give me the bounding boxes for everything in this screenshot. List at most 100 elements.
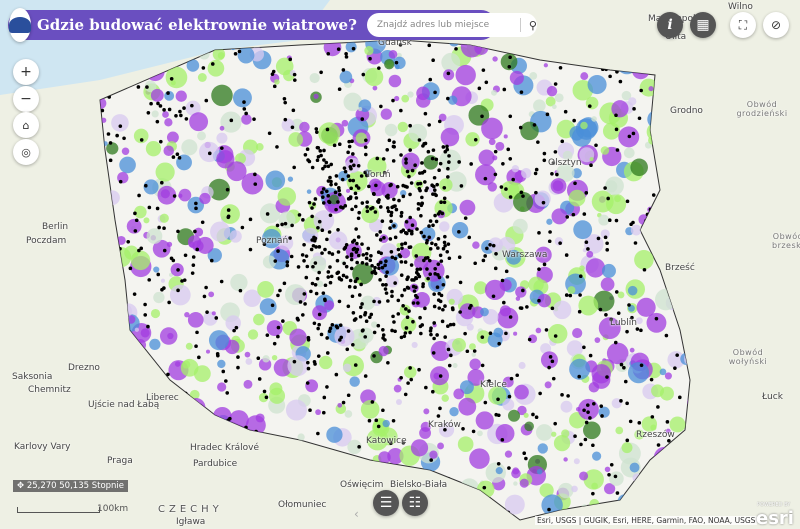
turbine-point[interactable] <box>399 260 404 264</box>
turbine-point[interactable] <box>631 131 636 136</box>
turbine-point[interactable] <box>338 323 343 327</box>
turbine-point[interactable] <box>405 231 409 236</box>
turbine-point[interactable] <box>386 209 391 214</box>
turbine-point[interactable] <box>423 141 428 146</box>
turbine-point[interactable] <box>560 139 565 144</box>
turbine-point[interactable] <box>290 125 295 130</box>
turbine-point[interactable] <box>313 362 317 366</box>
turbine-point[interactable] <box>145 85 149 89</box>
turbine-point[interactable] <box>226 215 231 220</box>
turbine-point[interactable] <box>364 251 369 256</box>
turbine-point[interactable] <box>392 144 396 149</box>
turbine-point[interactable] <box>272 341 277 346</box>
turbine-point[interactable] <box>327 230 332 234</box>
turbine-point[interactable] <box>224 379 228 383</box>
turbine-point[interactable] <box>220 146 224 150</box>
turbine-point[interactable] <box>364 319 369 323</box>
turbine-point[interactable] <box>409 229 414 234</box>
turbine-point[interactable] <box>431 351 436 355</box>
turbine-point[interactable] <box>415 267 420 272</box>
turbine-point[interactable] <box>275 223 280 228</box>
turbine-point[interactable] <box>308 408 312 413</box>
turbine-point[interactable] <box>443 149 448 154</box>
turbine-point[interactable] <box>553 82 558 86</box>
turbine-point[interactable] <box>368 315 372 320</box>
turbine-point[interactable] <box>588 353 593 358</box>
turbine-point[interactable] <box>386 360 390 365</box>
turbine-point[interactable] <box>424 188 428 193</box>
turbine-point[interactable] <box>400 293 404 298</box>
turbine-point[interactable] <box>215 352 220 356</box>
turbine-point[interactable] <box>325 351 330 355</box>
locate-icon[interactable]: ◎ <box>13 139 39 165</box>
turbine-point[interactable] <box>319 70 323 75</box>
turbine-point[interactable] <box>354 227 358 231</box>
turbine-point[interactable] <box>267 131 272 136</box>
turbine-point[interactable] <box>372 330 377 335</box>
turbine-point[interactable] <box>367 184 371 189</box>
turbine-point[interactable] <box>429 332 433 337</box>
turbine-point[interactable] <box>509 376 514 381</box>
turbine-point[interactable] <box>403 392 408 397</box>
turbine-point[interactable] <box>157 225 161 230</box>
turbine-point[interactable] <box>344 52 348 56</box>
turbine-point[interactable] <box>363 145 368 149</box>
turbine-point[interactable] <box>428 219 433 223</box>
turbine-point[interactable] <box>605 241 609 246</box>
turbine-point[interactable] <box>293 78 297 82</box>
turbine-point[interactable] <box>350 294 355 299</box>
turbine-point[interactable] <box>233 51 238 56</box>
turbine-point[interactable] <box>433 188 437 192</box>
turbine-point[interactable] <box>429 458 433 462</box>
turbine-point[interactable] <box>533 171 538 176</box>
turbine-point[interactable] <box>515 373 520 378</box>
turbine-point[interactable] <box>416 182 420 186</box>
turbine-point[interactable] <box>300 253 305 257</box>
turbine-point[interactable] <box>252 117 256 121</box>
collapse-chevron-icon[interactable]: ‹ <box>354 507 359 521</box>
turbine-point[interactable] <box>428 329 433 333</box>
turbine-point[interactable] <box>368 258 373 263</box>
turbine-point[interactable] <box>320 228 325 233</box>
turbine-point[interactable] <box>558 65 563 70</box>
turbine-point[interactable] <box>283 100 288 105</box>
list-icon[interactable]: ☰ <box>373 490 399 516</box>
turbine-point[interactable] <box>440 319 445 324</box>
turbine-point[interactable] <box>550 171 554 176</box>
turbine-point[interactable] <box>427 258 432 263</box>
turbine-point[interactable] <box>155 119 160 124</box>
turbine-point[interactable] <box>408 330 412 335</box>
turbine-point[interactable] <box>436 414 441 418</box>
turbine-point[interactable] <box>467 235 472 240</box>
turbine-point[interactable] <box>320 251 324 255</box>
turbine-point[interactable] <box>504 269 509 274</box>
turbine-point[interactable] <box>395 184 400 189</box>
turbine-point[interactable] <box>341 68 346 72</box>
turbine-point[interactable] <box>442 185 447 190</box>
turbine-point[interactable] <box>582 408 586 413</box>
turbine-point[interactable] <box>209 258 214 263</box>
turbine-point[interactable] <box>534 167 539 172</box>
turbine-point[interactable] <box>262 389 267 394</box>
turbine-point[interactable] <box>325 127 330 132</box>
turbine-point[interactable] <box>506 147 511 152</box>
turbine-point[interactable] <box>384 283 388 287</box>
turbine-point[interactable] <box>336 228 340 232</box>
turbine-point[interactable] <box>353 191 358 196</box>
turbine-point[interactable] <box>565 215 570 219</box>
turbine-point[interactable] <box>183 253 188 258</box>
turbine-point[interactable] <box>446 175 450 179</box>
turbine-point[interactable] <box>334 174 339 178</box>
turbine-point[interactable] <box>627 134 632 139</box>
turbine-point[interactable] <box>410 223 415 228</box>
turbine-point[interactable] <box>421 144 425 148</box>
turbine-point[interactable] <box>144 183 148 188</box>
turbine-point[interactable] <box>132 292 137 296</box>
layers-icon[interactable]: ☷ <box>402 490 428 516</box>
turbine-point[interactable] <box>276 325 281 330</box>
turbine-point[interactable] <box>298 300 303 304</box>
turbine-point[interactable] <box>282 96 287 101</box>
turbine-point[interactable] <box>553 421 557 426</box>
turbine-point[interactable] <box>592 401 596 406</box>
turbine-point[interactable] <box>411 319 415 324</box>
